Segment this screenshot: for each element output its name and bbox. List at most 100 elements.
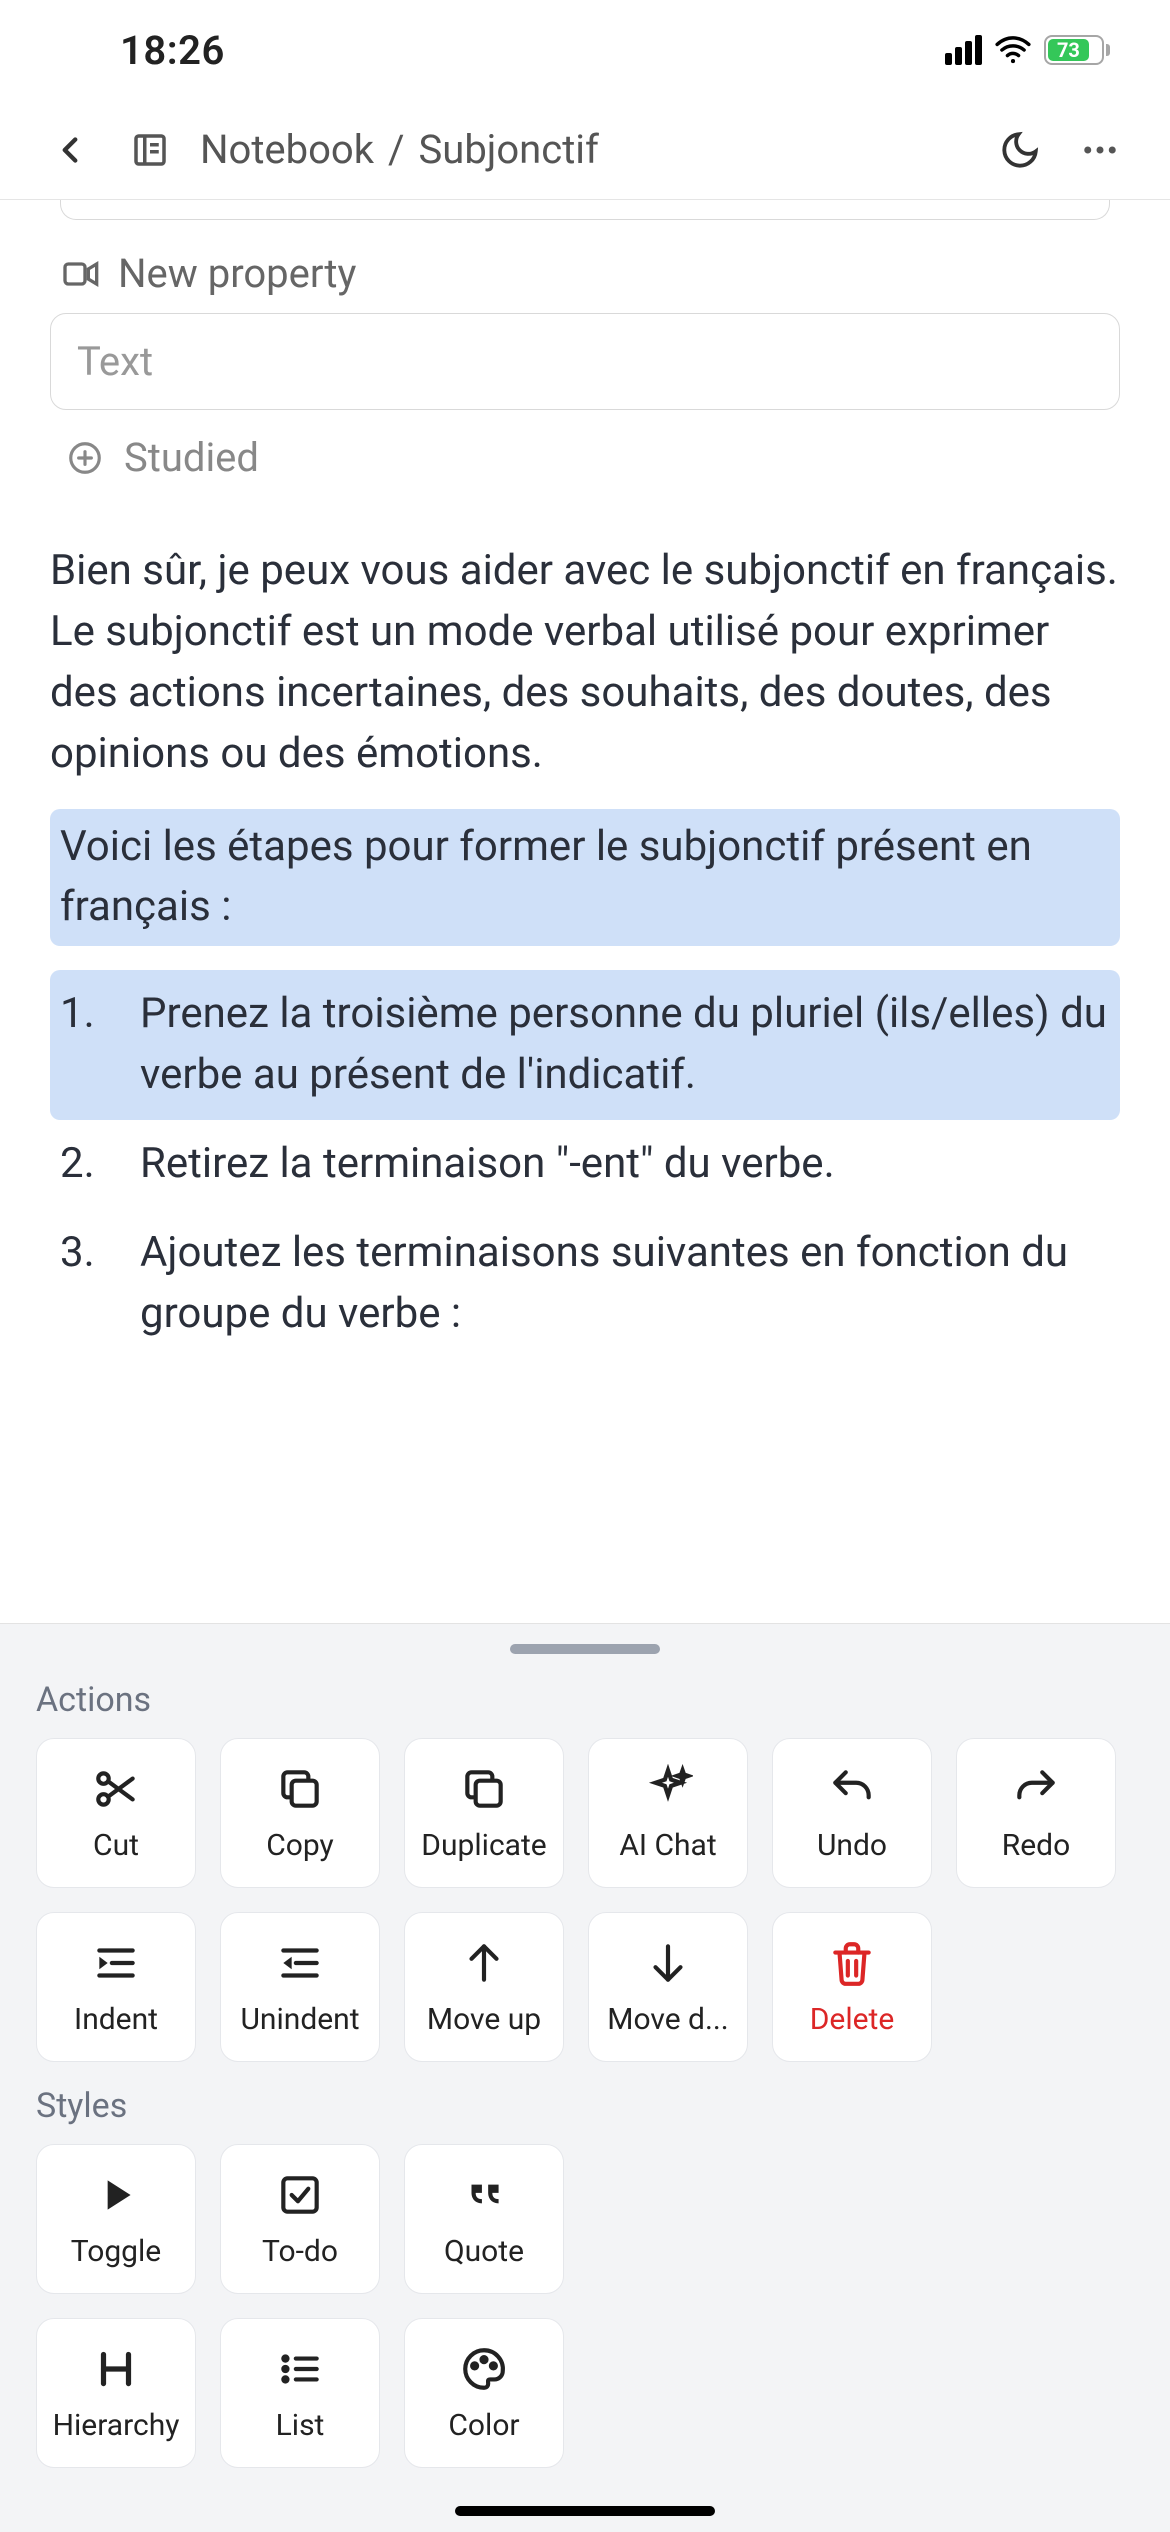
button-label: Color — [442, 2408, 525, 2443]
button-label: Move d... — [601, 2002, 734, 2037]
undo-button[interactable]: Undo — [772, 1738, 932, 1888]
note-steps-list: 1. Prenez la troisième personne du pluri… — [50, 970, 1120, 1358]
text-property-input[interactable]: Text — [50, 313, 1120, 410]
actions-row-2: Indent Unindent Move up Move d... Delete — [36, 1912, 1134, 2062]
list-item-number: 1. — [60, 984, 110, 1045]
copy-icon — [275, 1764, 325, 1814]
copy-button[interactable]: Copy — [220, 1738, 380, 1888]
button-label: AI Chat — [613, 1828, 722, 1863]
sparkle-icon — [643, 1764, 693, 1814]
battery-indicator: 73 — [1044, 35, 1110, 65]
breadcrumb-parent[interactable]: Notebook — [200, 126, 374, 173]
quote-style-button[interactable]: Quote — [404, 2144, 564, 2294]
cellular-signal-icon — [945, 35, 982, 65]
breadcrumb: Notebook / Subjonctif — [200, 126, 599, 173]
styles-row-2: Hierarchy List Color — [36, 2318, 1134, 2468]
palette-icon — [459, 2344, 509, 2394]
more-horizontal-icon — [1079, 129, 1121, 171]
cut-button[interactable]: Cut — [36, 1738, 196, 1888]
button-label: Toggle — [65, 2234, 167, 2269]
indent-icon — [91, 1938, 141, 1988]
notebook-icon — [129, 129, 171, 171]
button-label: Redo — [996, 1828, 1076, 1863]
note-body[interactable]: Bien sûr, je peux vous aider avec le sub… — [50, 541, 1120, 1359]
note-intro[interactable]: Bien sûr, je peux vous aider avec le sub… — [50, 541, 1120, 785]
checkbox-icon — [275, 2170, 325, 2220]
breadcrumb-current[interactable]: Subjonctif — [419, 126, 599, 173]
more-button[interactable] — [1070, 120, 1130, 180]
list-item-text: Prenez la troisième personne du pluriel … — [140, 984, 1110, 1106]
status-bar: 18:26 73 — [0, 0, 1170, 100]
note-steps-heading[interactable]: Voici les étapes pour former le subjonct… — [50, 809, 1120, 947]
list-style-button[interactable]: List — [220, 2318, 380, 2468]
button-label: Unindent — [234, 2002, 365, 2037]
nav-bar: Notebook / Subjonctif — [0, 100, 1170, 200]
quote-icon — [459, 2170, 509, 2220]
dark-mode-button[interactable] — [990, 120, 1050, 180]
button-label: Hierarchy — [47, 2408, 186, 2443]
wifi-icon — [994, 31, 1032, 69]
unindent-icon — [275, 1938, 325, 1988]
panel-grabber[interactable] — [510, 1644, 660, 1654]
list-item-text: Retirez la terminaison "-ent" du verbe. — [140, 1134, 835, 1195]
new-property-label: New property — [118, 250, 356, 297]
status-time: 18:26 — [120, 27, 225, 74]
toggle-style-button[interactable]: Toggle — [36, 2144, 196, 2294]
list-item[interactable]: 2. Retirez la terminaison "-ent" du verb… — [50, 1120, 1120, 1209]
play-icon — [91, 2170, 141, 2220]
button-label: List — [270, 2408, 331, 2443]
color-style-button[interactable]: Color — [404, 2318, 564, 2468]
duplicate-icon — [459, 1764, 509, 1814]
duplicate-button[interactable]: Duplicate — [404, 1738, 564, 1888]
delete-button[interactable]: Delete — [772, 1912, 932, 2062]
list-icon — [275, 2344, 325, 2394]
back-button[interactable] — [40, 120, 100, 180]
styles-section-title: Styles — [36, 2086, 1134, 2126]
arrow-up-icon — [459, 1938, 509, 1988]
scissors-icon — [91, 1764, 141, 1814]
trash-icon — [827, 1938, 877, 1988]
add-property-row[interactable]: Studied — [50, 434, 1120, 481]
toolbar-panel: Actions Cut Copy Duplicate AI Chat Undo … — [0, 1623, 1170, 2532]
button-label: Delete — [804, 2002, 901, 2037]
button-label: Undo — [811, 1828, 893, 1863]
redo-icon — [1011, 1764, 1061, 1814]
unindent-button[interactable]: Unindent — [220, 1912, 380, 2062]
button-label: Cut — [87, 1828, 145, 1863]
heading-icon — [91, 2344, 141, 2394]
move-down-button[interactable]: Move d... — [588, 1912, 748, 2062]
list-item[interactable]: 3. Ajoutez les terminaisons suivantes en… — [50, 1209, 1120, 1359]
move-up-button[interactable]: Move up — [404, 1912, 564, 2062]
breadcrumb-separator: / — [388, 126, 405, 173]
video-icon — [60, 254, 100, 294]
ai-chat-button[interactable]: AI Chat — [588, 1738, 748, 1888]
list-item-text: Ajoutez les terminaisons suivantes en fo… — [140, 1223, 1110, 1345]
moon-icon — [999, 129, 1041, 171]
previous-field-edge — [60, 200, 1110, 220]
actions-section-title: Actions — [36, 1680, 1134, 1720]
new-property-row[interactable]: New property — [50, 250, 1120, 297]
home-indicator[interactable] — [455, 2506, 715, 2516]
redo-button[interactable]: Redo — [956, 1738, 1116, 1888]
list-item-number: 2. — [60, 1134, 110, 1195]
battery-percent: 73 — [1057, 38, 1080, 62]
button-label: Copy — [260, 1828, 340, 1863]
plus-circle-icon — [66, 439, 104, 477]
list-item[interactable]: 1. Prenez la troisième personne du pluri… — [50, 970, 1120, 1120]
styles-row-1: Toggle To-do Quote — [36, 2144, 1134, 2294]
todo-style-button[interactable]: To-do — [220, 2144, 380, 2294]
button-label: Duplicate — [415, 1828, 552, 1863]
undo-icon — [827, 1764, 877, 1814]
add-property-label: Studied — [124, 434, 259, 481]
chevron-left-icon — [49, 129, 91, 171]
list-item-number: 3. — [60, 1223, 110, 1284]
indent-button[interactable]: Indent — [36, 1912, 196, 2062]
actions-row-1: Cut Copy Duplicate AI Chat Undo Redo — [36, 1738, 1134, 1888]
arrow-down-icon — [643, 1938, 693, 1988]
button-label: Quote — [438, 2234, 530, 2269]
hierarchy-style-button[interactable]: Hierarchy — [36, 2318, 196, 2468]
note-content[interactable]: New property Text Studied Bien sûr, je p… — [0, 200, 1170, 1623]
button-label: To-do — [256, 2234, 344, 2269]
notebook-icon-button[interactable] — [120, 120, 180, 180]
button-label: Indent — [68, 2002, 164, 2037]
